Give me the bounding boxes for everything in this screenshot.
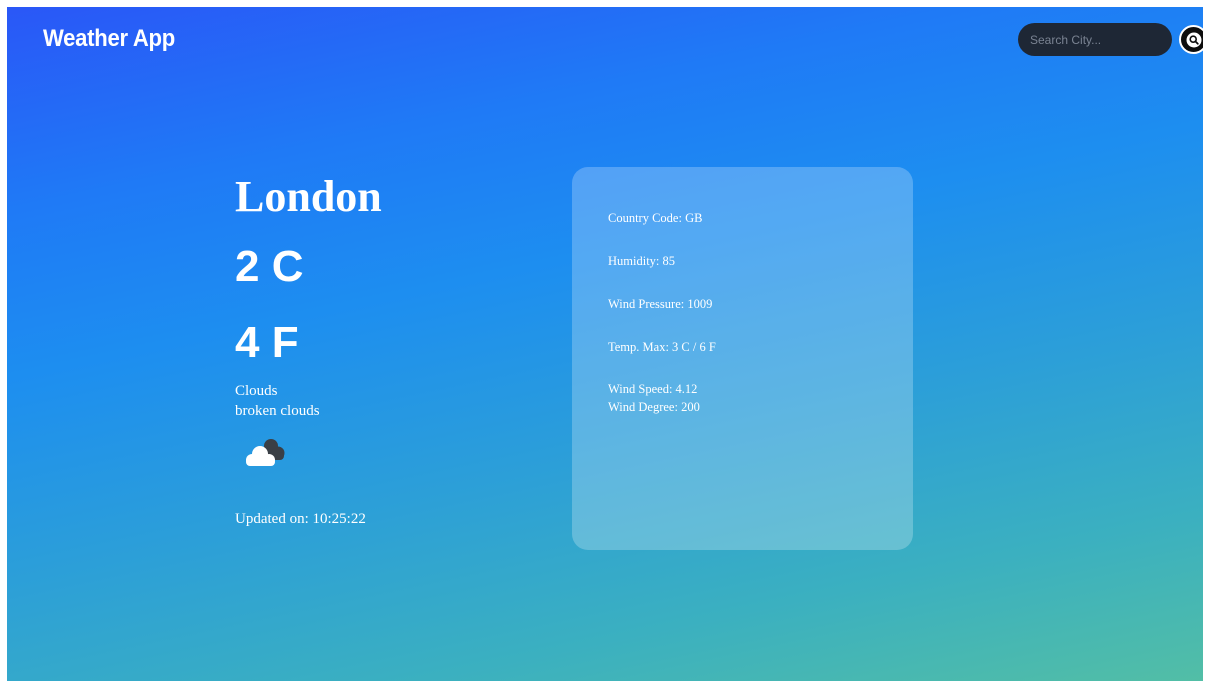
app-title: Weather App: [43, 25, 175, 52]
app-window: Weather App London 2 C 4 F Clouds broken…: [7, 7, 1203, 681]
temp-max: Temp. Max: 3 C / 6 F: [608, 340, 716, 354]
search-button[interactable]: [1179, 25, 1203, 54]
search-icon: [1186, 32, 1201, 47]
country-code: Country Code: GB: [608, 211, 703, 225]
broken-clouds-icon: [246, 439, 285, 466]
wind-speed: Wind Speed: 4.12: [608, 382, 698, 396]
temperature-fahrenheit: 4 F: [235, 318, 299, 367]
updated-time: Updated on: 10:25:22: [235, 511, 366, 527]
humidity: Humidity: 85: [608, 254, 676, 268]
weather-description: broken clouds: [235, 403, 320, 419]
wind-pressure: Wind Pressure: 1009: [608, 297, 713, 311]
temperature-celsius: 2 C: [235, 242, 304, 291]
search-input[interactable]: [1018, 23, 1172, 56]
wind-degree: Wind Degree: 200: [608, 400, 700, 414]
weather-details-card: Country Code: GB Humidity: 85 Wind Press…: [572, 167, 913, 550]
city-name: London: [235, 172, 382, 221]
weather-condition: Clouds: [235, 383, 278, 399]
